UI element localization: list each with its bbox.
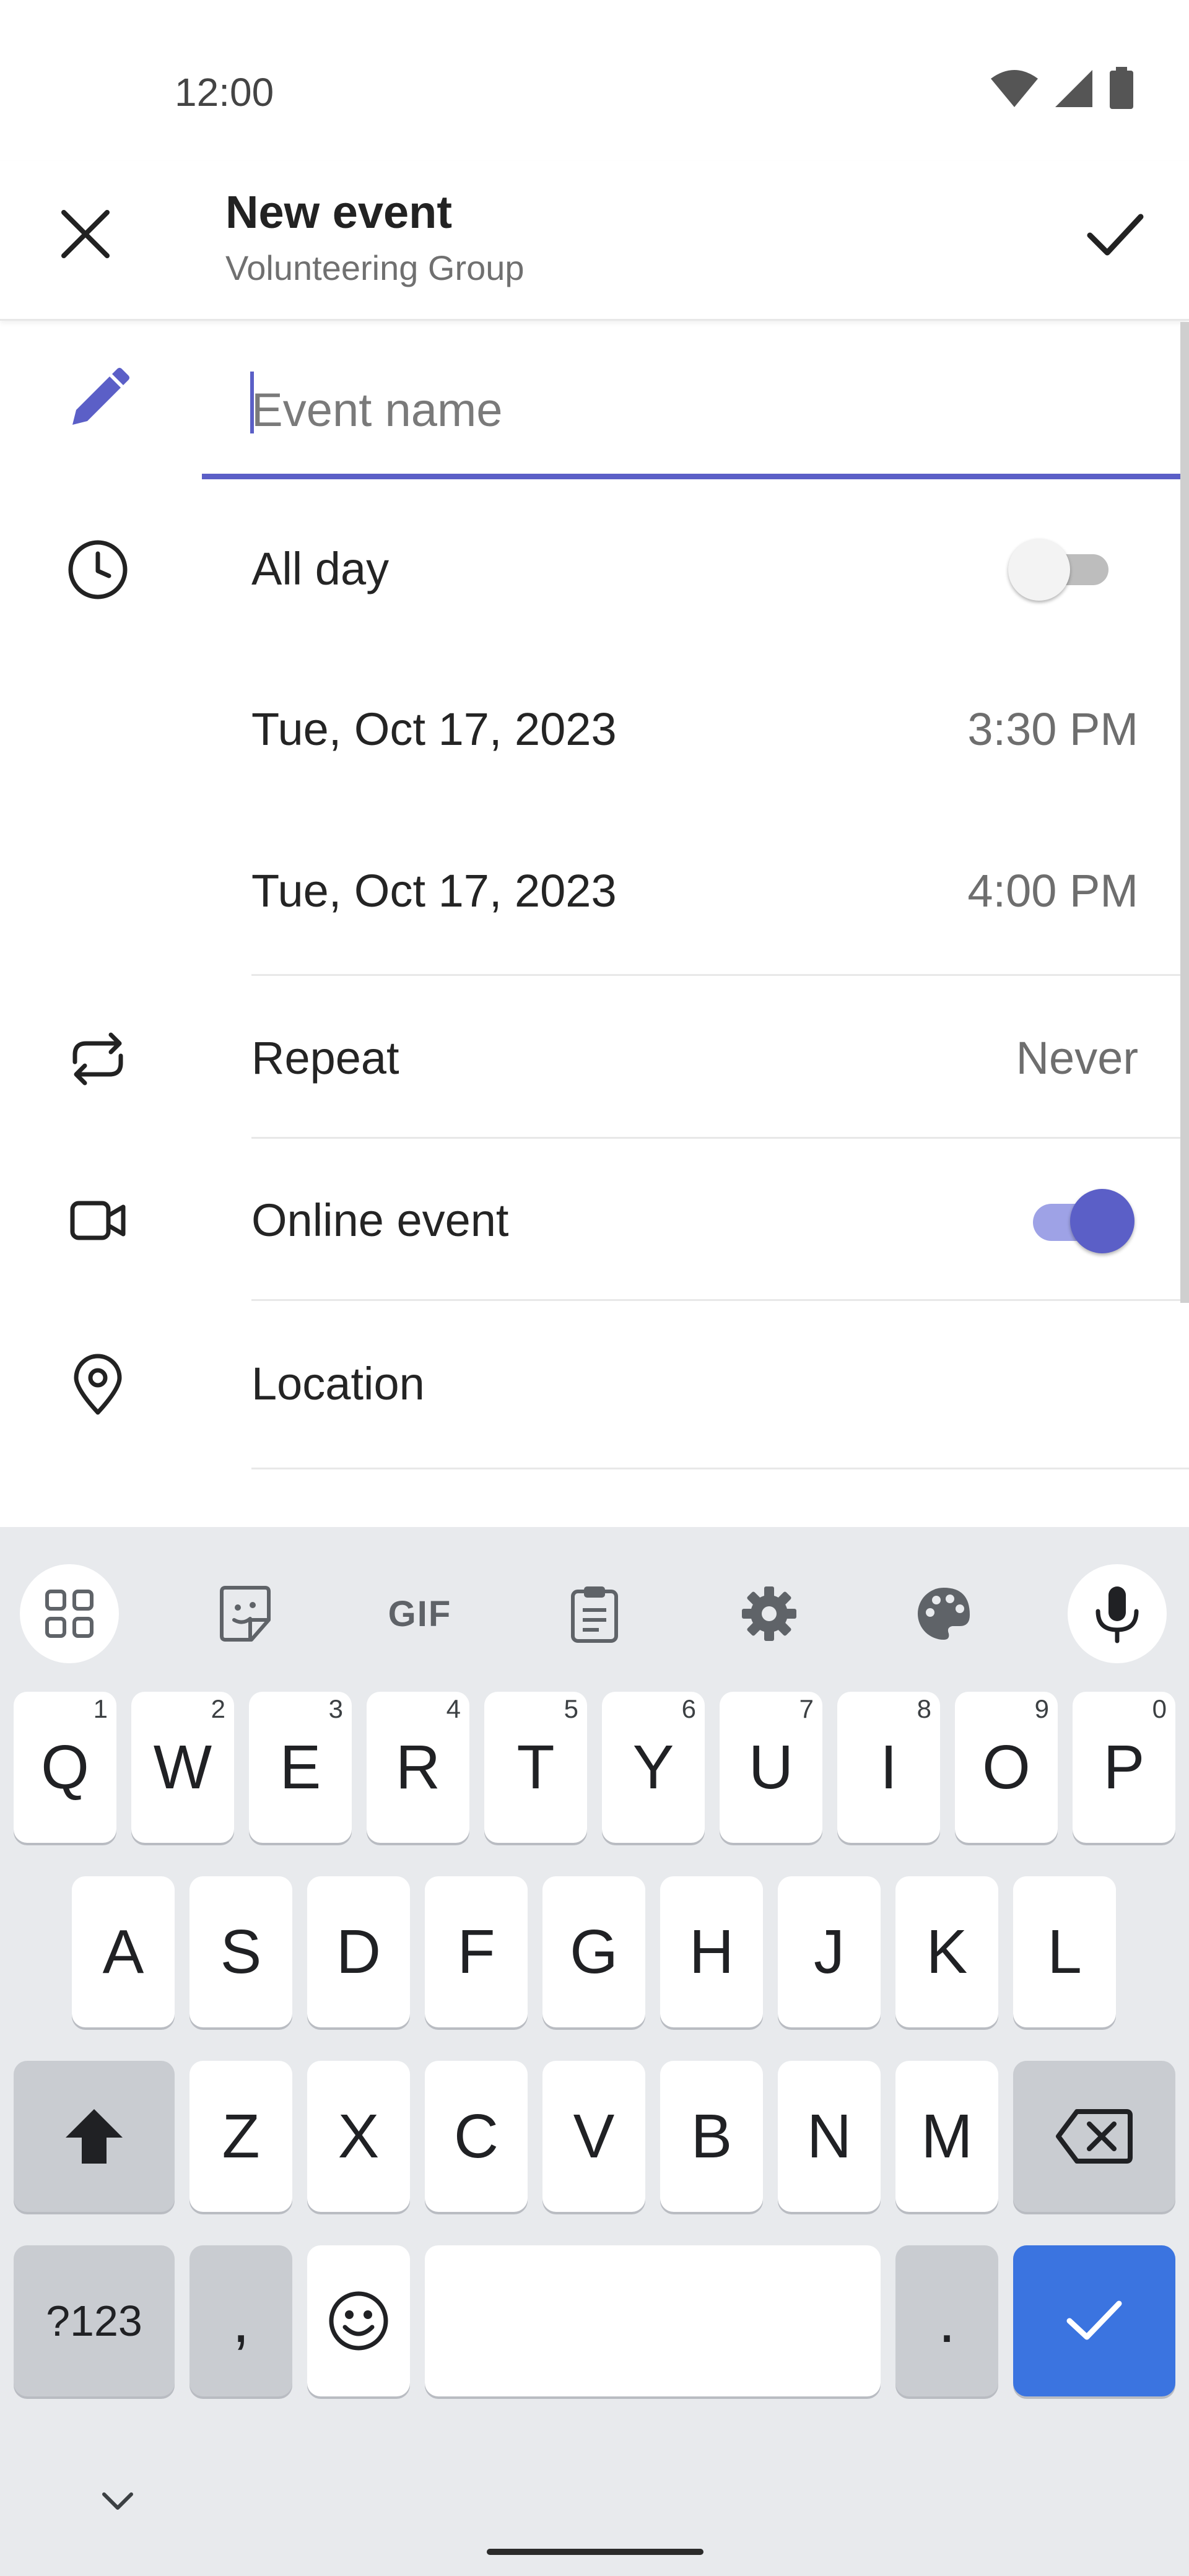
close-icon <box>61 210 110 258</box>
key-d[interactable]: D <box>307 1876 410 2027</box>
sticker-button[interactable] <box>196 1564 295 1663</box>
key-a[interactable]: A <box>72 1876 175 2027</box>
comma-key[interactable]: , <box>189 2245 292 2396</box>
save-button[interactable] <box>1078 197 1152 271</box>
shift-key[interactable] <box>14 2061 175 2212</box>
key-y[interactable]: 6Y <box>602 1692 705 1843</box>
scrollbar[interactable] <box>1180 322 1189 1303</box>
key-i[interactable]: 8I <box>837 1692 940 1843</box>
page-subtitle: Volunteering Group <box>225 248 525 287</box>
key-x[interactable]: X <box>307 2061 410 2212</box>
signal-icon <box>1055 70 1092 107</box>
clock-icon <box>61 533 135 607</box>
symbols-key[interactable]: ?123 <box>14 2245 175 2396</box>
page-title: New event <box>225 186 453 238</box>
text-cursor <box>250 372 254 433</box>
period-key[interactable]: . <box>895 2245 998 2396</box>
shift-icon <box>66 2109 123 2164</box>
key-u[interactable]: 7U <box>720 1692 822 1843</box>
key-r[interactable]: 4R <box>367 1692 469 1843</box>
app-bar <box>0 161 1189 321</box>
location-field[interactable]: Location <box>251 1357 425 1410</box>
key-h[interactable]: H <box>660 1876 763 2027</box>
keyboard <box>0 1527 1189 2576</box>
apps-grid-button[interactable] <box>20 1564 119 1663</box>
battery-icon <box>1110 67 1133 109</box>
emoji-icon <box>329 2291 388 2351</box>
key-v[interactable]: V <box>542 2061 645 2212</box>
key-b[interactable]: B <box>660 2061 763 2212</box>
sticker-icon <box>220 1586 271 1642</box>
key-j[interactable]: J <box>778 1876 881 2027</box>
theme-button[interactable] <box>894 1564 993 1663</box>
online-event-toggle-thumb[interactable] <box>1070 1189 1135 1253</box>
space-key[interactable] <box>425 2245 881 2396</box>
gif-button[interactable]: GIF <box>370 1564 469 1663</box>
event-name-input[interactable] <box>202 347 1189 479</box>
key-k[interactable]: K <box>895 1876 998 2027</box>
apps-grid-icon <box>45 1590 94 1638</box>
wifi-icon <box>991 70 1038 107</box>
pencil-icon <box>61 362 135 437</box>
repeat-value[interactable]: Never <box>1016 1032 1138 1084</box>
voice-input-button[interactable] <box>1068 1564 1167 1663</box>
online-event-label: Online event <box>251 1194 509 1246</box>
key-t[interactable]: 5T <box>484 1692 587 1843</box>
key-l[interactable]: L <box>1013 1876 1116 2027</box>
location-pin-icon <box>61 1347 135 1422</box>
end-date[interactable]: Tue, Oct 17, 2023 <box>251 864 617 917</box>
close-button[interactable] <box>48 197 123 271</box>
key-n[interactable]: N <box>778 2061 881 2212</box>
all-day-label: All day <box>251 543 390 594</box>
clipboard-button[interactable] <box>545 1564 644 1663</box>
mic-icon <box>1095 1586 1139 1643</box>
chevron-down-icon <box>102 2492 133 2510</box>
divider <box>251 1137 1189 1139</box>
divider <box>251 974 1189 976</box>
start-time[interactable]: 3:30 PM <box>967 703 1138 755</box>
key-s[interactable]: S <box>189 1876 292 2027</box>
keyboard-settings-button[interactable] <box>720 1564 819 1663</box>
palette-icon <box>917 1588 970 1640</box>
key-g[interactable]: G <box>542 1876 645 2027</box>
gif-icon: GIF <box>388 1593 452 1634</box>
hide-keyboard-button[interactable] <box>93 2483 142 2520</box>
video-camera-icon <box>61 1184 135 1258</box>
backspace-key[interactable] <box>1013 2061 1175 2212</box>
status-time: 12:00 <box>175 70 274 115</box>
key-e[interactable]: 3E <box>249 1692 352 1843</box>
all-day-toggle-thumb[interactable] <box>1008 539 1070 601</box>
backspace-icon <box>1056 2109 1133 2164</box>
gesture-handle[interactable] <box>487 2549 703 2555</box>
repeat-icon <box>61 1022 135 1096</box>
clipboard-icon <box>571 1586 618 1643</box>
settings-icon <box>742 1586 796 1641</box>
key-o[interactable]: 9O <box>955 1692 1058 1843</box>
key-p[interactable]: 0P <box>1073 1692 1175 1843</box>
emoji-key[interactable] <box>307 2245 410 2396</box>
status-icons <box>990 67 1135 110</box>
check-icon <box>1087 214 1144 256</box>
enter-key[interactable] <box>1013 2245 1175 2396</box>
start-date[interactable]: Tue, Oct 17, 2023 <box>251 703 617 755</box>
key-z[interactable]: Z <box>189 2061 292 2212</box>
key-c[interactable]: C <box>425 2061 528 2212</box>
key-m[interactable]: M <box>895 2061 998 2212</box>
repeat-label[interactable]: Repeat <box>251 1032 399 1084</box>
key-q[interactable]: 1Q <box>14 1692 116 1843</box>
divider <box>251 1468 1189 1469</box>
divider <box>251 1299 1189 1301</box>
check-icon <box>1066 2300 1122 2340</box>
key-f[interactable]: F <box>425 1876 528 2027</box>
key-w[interactable]: 2W <box>131 1692 234 1843</box>
end-time[interactable]: 4:00 PM <box>967 864 1138 917</box>
